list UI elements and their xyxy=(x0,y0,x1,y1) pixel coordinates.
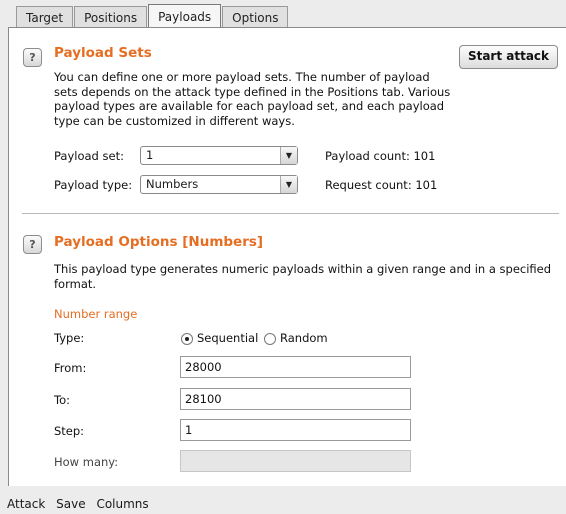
tab-options[interactable]: Options xyxy=(222,6,289,28)
bottom-menu-bar: Attack Save Columns xyxy=(0,494,566,514)
sequential-radio[interactable] xyxy=(181,333,193,345)
number-range-heading: Number range xyxy=(54,307,138,321)
from-input[interactable]: 28000 xyxy=(180,356,411,378)
random-label[interactable]: Random xyxy=(280,331,328,345)
help-icon[interactable]: ? xyxy=(23,48,42,67)
step-input[interactable]: 1 xyxy=(180,419,411,441)
payload-set-value: 1 xyxy=(146,148,154,162)
menu-save[interactable]: Save xyxy=(56,497,85,511)
tab-payloads[interactable]: Payloads xyxy=(148,4,222,28)
payload-set-select[interactable]: 1 ▼ xyxy=(140,146,298,165)
chevron-down-icon: ▼ xyxy=(280,147,297,164)
payload-type-label: Payload type: xyxy=(54,178,133,192)
section-divider xyxy=(22,213,559,214)
request-count: Request count: 101 xyxy=(325,178,438,192)
sequential-label[interactable]: Sequential xyxy=(197,331,258,345)
tab-target[interactable]: Target xyxy=(16,6,74,28)
random-radio[interactable] xyxy=(264,333,276,345)
from-label: From: xyxy=(54,361,87,375)
menu-columns[interactable]: Columns xyxy=(96,497,148,511)
payload-set-label: Payload set: xyxy=(54,149,124,163)
payloads-panel: ? Payload Sets Start attack You can defi… xyxy=(8,28,566,486)
payload-options-description: This payload type generates numeric payl… xyxy=(54,262,552,291)
payload-sets-title: Payload Sets xyxy=(54,45,152,61)
menu-attack[interactable]: Attack xyxy=(7,497,45,511)
payload-type-value: Numbers xyxy=(146,177,199,191)
tab-positions[interactable]: Positions xyxy=(74,6,148,28)
chevron-down-icon: ▼ xyxy=(280,176,297,193)
how-many-input xyxy=(180,450,411,472)
start-attack-button[interactable]: Start attack xyxy=(459,45,558,69)
tab-bar: Target Positions Payloads Options xyxy=(16,4,289,28)
payload-type-select[interactable]: Numbers ▼ xyxy=(140,175,298,194)
to-label: To: xyxy=(54,393,70,407)
type-label: Type: xyxy=(54,331,85,345)
payload-options-title: Payload Options [Numbers] xyxy=(54,234,264,250)
payload-count: Payload count: 101 xyxy=(325,149,436,163)
to-input[interactable]: 28100 xyxy=(180,388,411,410)
help-icon[interactable]: ? xyxy=(23,235,42,254)
payload-sets-description: You can define one or more payload sets.… xyxy=(54,70,451,128)
how-many-label: How many: xyxy=(54,455,119,469)
step-label: Step: xyxy=(54,424,85,438)
